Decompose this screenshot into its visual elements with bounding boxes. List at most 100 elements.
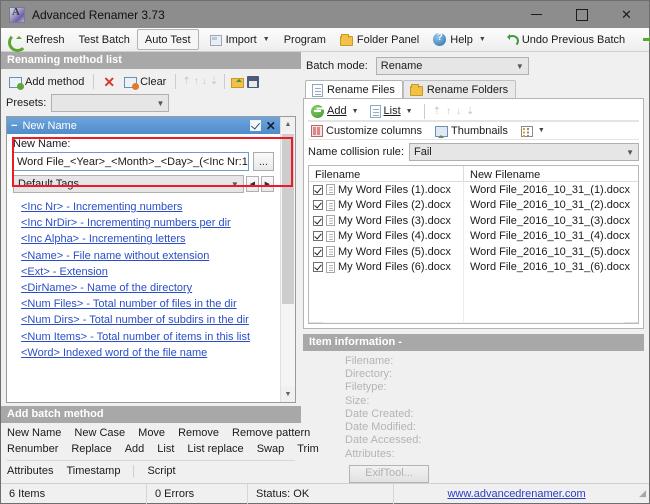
tags-dropdown[interactable]: Default Tags ▼ [13,175,244,193]
move-down-icon[interactable]: ↓ [202,76,207,87]
row-checkbox[interactable] [313,262,323,273]
tag-link[interactable]: <Num Items> - Total number of items in t… [21,329,280,345]
batch-method-replace[interactable]: Replace [71,443,111,455]
exiftool-button[interactable]: ExifTool... [349,465,429,483]
add-batch-method-panel: Add batch method New Name New Case Move … [1,403,319,483]
batch-method-timestamp[interactable]: Timestamp [66,465,120,477]
toolbar-folder-panel[interactable]: Folder Panel [333,28,426,51]
window-title: Advanced Renamer 3.73 [32,7,165,22]
add-method-button[interactable]: Add method [6,75,87,90]
move-up-icon[interactable]: ↑ [446,106,451,117]
add-files-button[interactable]: Add ▼ [308,104,362,119]
batch-method-move[interactable]: Move [138,427,165,439]
resize-grip-icon[interactable]: ◢ [639,488,649,499]
row-checkbox[interactable] [313,246,323,257]
move-bottom-icon[interactable]: ⇣ [210,76,218,87]
toolbar-test-batch[interactable]: Test Batch [72,28,137,51]
tab-rename-files[interactable]: Rename Files [305,80,403,99]
tag-link[interactable]: <Num Files> - Total number of files in t… [21,296,280,312]
table-row[interactable]: My Word Files (6).docx Word File_2016_10… [309,259,638,276]
toolbar-refresh[interactable]: Refresh [1,28,72,52]
scroll-thumb[interactable] [281,134,294,304]
save-preset-icon[interactable] [247,75,260,88]
name-collision-dropdown[interactable]: Fail ▼ [408,143,639,162]
column-header-filename[interactable]: Filename [309,166,464,182]
import-icon [209,34,222,46]
batch-method-list-replace[interactable]: List replace [187,443,243,455]
move-top-icon[interactable]: ⇡ [433,106,441,117]
browse-button[interactable]: ... [253,152,274,171]
table-row[interactable]: My Word Files (2).docx Word File_2016_10… [309,197,638,214]
tag-link[interactable]: <Word> Indexed word of the file name [21,345,280,361]
move-top-icon[interactable]: ⇡ [182,76,190,87]
thumbnails-button[interactable]: Thumbnails [432,124,511,138]
batch-method-new-name[interactable]: New Name [7,427,61,439]
row-checkbox[interactable] [313,215,323,226]
hscroll-thumb[interactable] [323,323,504,324]
table-row[interactable]: My Word Files (1).docx Word File_2016_10… [309,182,638,198]
new-name-input[interactable]: Word File_<Year>_<Month>_<Day>_(<Inc Nr:… [13,152,250,171]
tag-link[interactable]: <Name> - File name without extension [21,248,280,264]
tab-rename-folders[interactable]: Rename Folders [402,80,517,99]
row-checkbox[interactable] [313,184,323,195]
method-card-header[interactable]: − New Name ✕ [7,117,280,134]
toolbar-start-batch[interactable]: START BATCH [636,28,650,51]
maximize-button[interactable] [559,1,604,28]
column-header-new-filename[interactable]: New Filename [464,166,638,181]
item-information-collapse[interactable]: - [398,336,402,348]
batch-method-renumber[interactable]: Renumber [7,443,58,455]
collapse-icon[interactable]: − [11,120,17,132]
tag-link[interactable]: <Inc Alpha> - Incrementing letters [21,231,280,247]
move-down-icon[interactable]: ↓ [456,106,461,117]
batch-mode-value: Rename [380,60,423,72]
toolbar-help-label: Help [450,33,473,46]
tags-next-button[interactable]: ▶ [260,176,274,192]
row-checkbox[interactable] [313,231,323,242]
file-list-toolbar-2: Customize columns Thumbnails ▼ [308,120,639,139]
file-table-hscrollbar[interactable]: ◀ ▶ [309,321,638,324]
open-preset-icon[interactable] [231,77,245,88]
batch-method-add[interactable]: Add [125,443,145,455]
tags-prev-button[interactable]: ◀ [245,176,259,192]
batch-method-remove-pattern[interactable]: Remove pattern [232,427,310,439]
table-row[interactable]: My Word Files (3).docx Word File_2016_10… [309,213,638,229]
toolbar-help[interactable]: Help ▼ [426,28,493,51]
table-row[interactable]: My Word Files (4).docx Word File_2016_10… [309,228,638,245]
toolbar-import[interactable]: Import ▼ [203,28,277,51]
toolbar-undo-previous-batch[interactable]: Undo Previous Batch [497,28,632,51]
move-bottom-icon[interactable]: ⇣ [466,106,474,117]
view-mode-button[interactable]: ▼ [518,124,548,138]
batch-method-remove[interactable]: Remove [178,427,219,439]
method-enabled-checkbox[interactable] [249,120,261,131]
hscroll-track[interactable] [323,322,624,324]
method-close-icon[interactable]: ✕ [266,119,276,133]
tag-link[interactable]: <DirName> - Name of the directory [21,280,280,296]
batch-mode-dropdown[interactable]: Rename ▼ [375,57,529,75]
list-button[interactable]: List ▼ [367,104,416,119]
methods-scrollbar[interactable]: ▲ ▼ [279,117,295,402]
presets-dropdown[interactable]: ▼ [51,94,170,112]
scroll-track[interactable] [280,132,295,387]
toolbar-auto-test[interactable]: Auto Test [136,29,199,50]
move-up-icon[interactable]: ↑ [194,76,199,87]
scroll-down-icon[interactable]: ▼ [280,387,295,402]
toolbar-program[interactable]: Program [277,28,333,51]
delete-method-button[interactable]: ✕ [100,75,118,89]
scroll-up-icon[interactable]: ▲ [280,117,295,132]
tag-link[interactable]: <Inc NrDir> - Incrementing numbers per d… [21,215,280,231]
batch-method-new-case[interactable]: New Case [74,427,125,439]
batch-method-swap[interactable]: Swap [257,443,285,455]
row-checkbox[interactable] [313,200,323,211]
minimize-button[interactable] [514,1,559,28]
batch-method-script[interactable]: Script [147,465,175,477]
batch-method-attributes[interactable]: Attributes [7,465,53,477]
close-button[interactable]: ✕ [604,1,649,28]
customize-columns-button[interactable]: Customize columns [308,124,425,138]
tag-link[interactable]: <Inc Nr> - Incrementing numbers [21,199,280,215]
tag-link[interactable]: <Ext> - Extension [21,264,280,280]
website-link[interactable]: www.advancedrenamer.com [447,488,585,500]
batch-method-list[interactable]: List [157,443,174,455]
table-row[interactable]: My Word Files (5).docx Word File_2016_10… [309,244,638,260]
tag-link[interactable]: <Num Dirs> - Total number of subdirs in … [21,312,280,328]
clear-methods-button[interactable]: Clear [121,75,169,90]
